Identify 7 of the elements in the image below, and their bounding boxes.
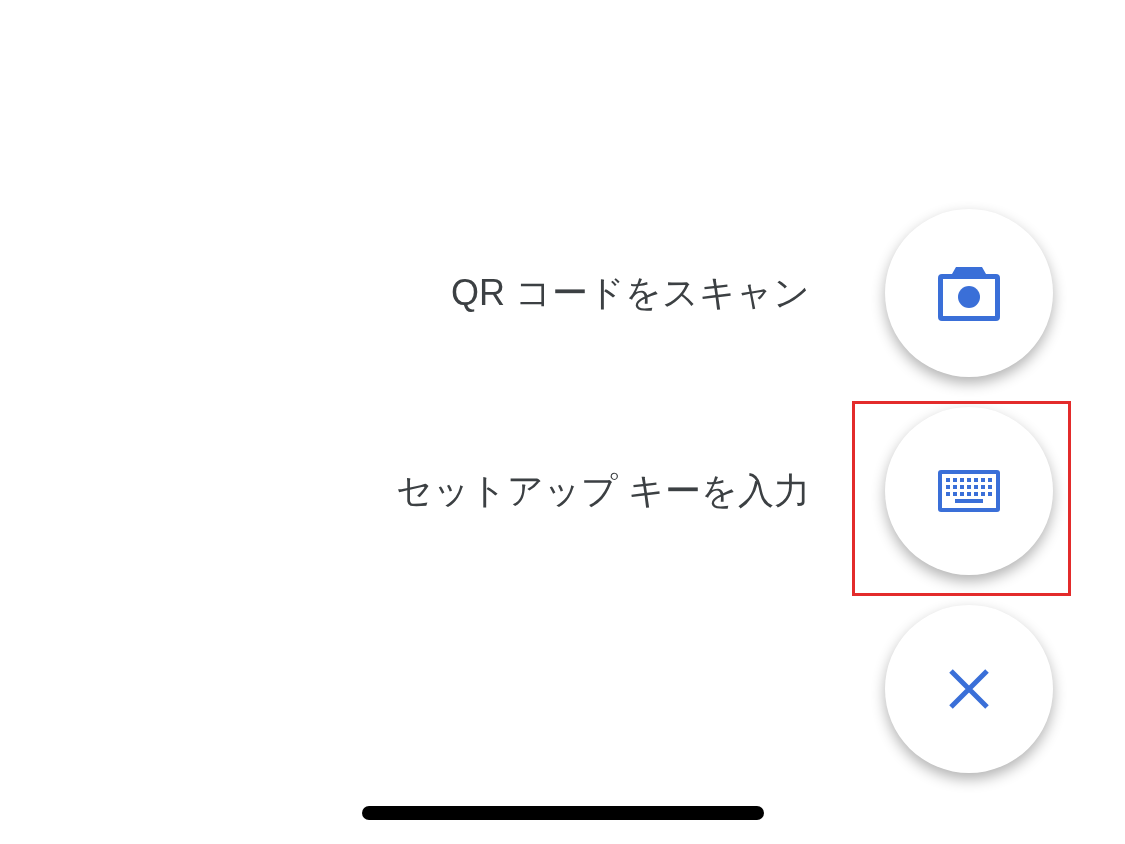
camera-icon xyxy=(938,265,1000,321)
action-button[interactable] xyxy=(885,209,1053,377)
close-icon xyxy=(948,668,990,710)
action-label: セットアップ キーを入力 xyxy=(396,469,810,513)
action-button[interactable] xyxy=(885,407,1053,575)
keyboard-icon xyxy=(938,470,1000,512)
action-label: QR コードをスキャン xyxy=(451,271,810,315)
